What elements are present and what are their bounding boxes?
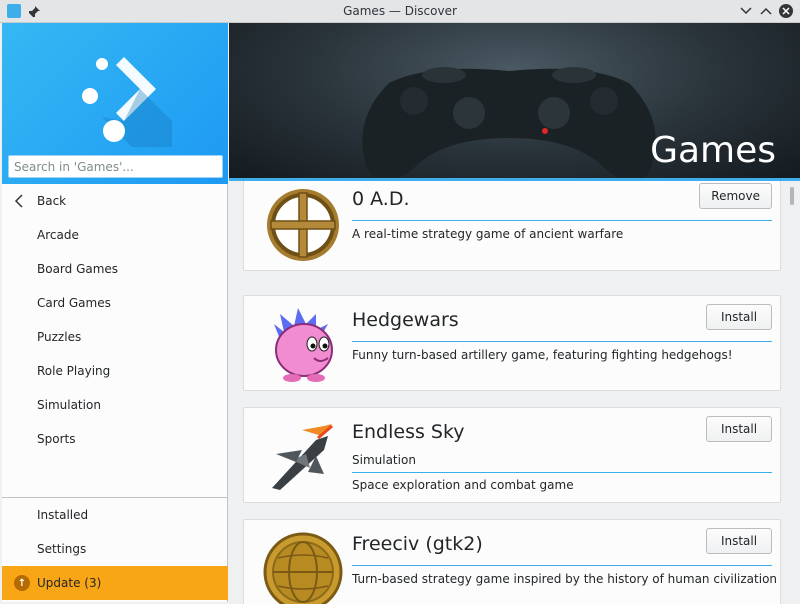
divider: [352, 565, 772, 566]
install-button[interactable]: Install: [706, 304, 772, 330]
divider: [352, 220, 772, 221]
app-card-0ad[interactable]: 0 A.D. A real-time strategy game of anci…: [243, 181, 781, 271]
sidebar-item-settings[interactable]: Settings: [2, 532, 228, 566]
app-name: 0 A.D.: [352, 188, 410, 210]
app-list: 0 A.D. A real-time strategy game of anci…: [229, 181, 800, 604]
update-label: Update (3): [37, 576, 102, 590]
app-description: Funny turn-based artillery game, featuri…: [352, 348, 733, 362]
sidebar-item-update[interactable]: ↑ Update (3): [2, 566, 228, 600]
window-titlebar: Games — Discover: [0, 0, 800, 23]
install-button[interactable]: Install: [706, 528, 772, 554]
sidebar-footer: Installed Settings ↑ Update (3): [2, 497, 228, 600]
sidebar-nav: Back Arcade Board Games Card Games Puzzl…: [2, 184, 228, 456]
search-input[interactable]: [8, 155, 223, 178]
hedgewars-icon: [274, 308, 333, 382]
minimize-button[interactable]: [738, 3, 754, 19]
0ad-icon: [267, 189, 339, 261]
app-description: A real-time strategy game of ancient war…: [352, 227, 624, 241]
back-label: Back: [37, 194, 67, 208]
remove-button[interactable]: Remove: [699, 183, 772, 209]
app-description: Turn-based strategy game inspired by the…: [352, 572, 778, 586]
app-name: Hedgewars: [352, 309, 459, 331]
maximize-button[interactable]: [758, 3, 774, 19]
freeciv-icon: [263, 532, 343, 604]
sidebar: Back Arcade Board Games Card Games Puzzl…: [2, 23, 228, 602]
sidebar-item-card-games[interactable]: Card Games: [2, 286, 228, 320]
close-button[interactable]: [778, 3, 794, 19]
install-button[interactable]: Install: [706, 416, 772, 442]
category-banner: Games: [229, 23, 800, 181]
app-card-hedgewars[interactable]: Hedgewars Funny turn-based artillery gam…: [243, 295, 781, 391]
window-title: Games — Discover: [343, 4, 457, 18]
sidebar-item-simulation[interactable]: Simulation: [2, 388, 228, 422]
sidebar-item-arcade[interactable]: Arcade: [2, 218, 228, 252]
scrollbar[interactable]: [790, 187, 794, 205]
discover-logo: [82, 57, 172, 147]
app-name: Endless Sky: [352, 421, 465, 443]
endless-sky-icon: [272, 424, 333, 490]
back-button[interactable]: Back: [2, 184, 228, 218]
sidebar-item-puzzles[interactable]: Puzzles: [2, 320, 228, 354]
chevron-left-icon: [14, 194, 30, 208]
main-content: Games 0 A.D. A real-time strategy game o…: [229, 23, 800, 604]
banner-title: Games: [650, 130, 776, 171]
divider: [352, 472, 772, 473]
app-card-freeciv[interactable]: Freeciv (gtk2) Turn-based strategy game …: [243, 519, 781, 604]
app-card-endless-sky[interactable]: Endless Sky Simulation Space exploration…: [243, 407, 781, 503]
sidebar-header: [2, 23, 228, 184]
update-icon: ↑: [14, 575, 30, 591]
app-category: Simulation: [352, 453, 416, 467]
sidebar-item-sports[interactable]: Sports: [2, 422, 228, 456]
divider: [352, 341, 772, 342]
game-controller-image: [362, 67, 656, 181]
app-description: Space exploration and combat game: [352, 478, 574, 492]
sidebar-item-board-games[interactable]: Board Games: [2, 252, 228, 286]
sidebar-item-installed[interactable]: Installed: [2, 498, 228, 532]
app-name: Freeciv (gtk2): [352, 533, 483, 555]
sidebar-item-role-playing[interactable]: Role Playing: [2, 354, 228, 388]
